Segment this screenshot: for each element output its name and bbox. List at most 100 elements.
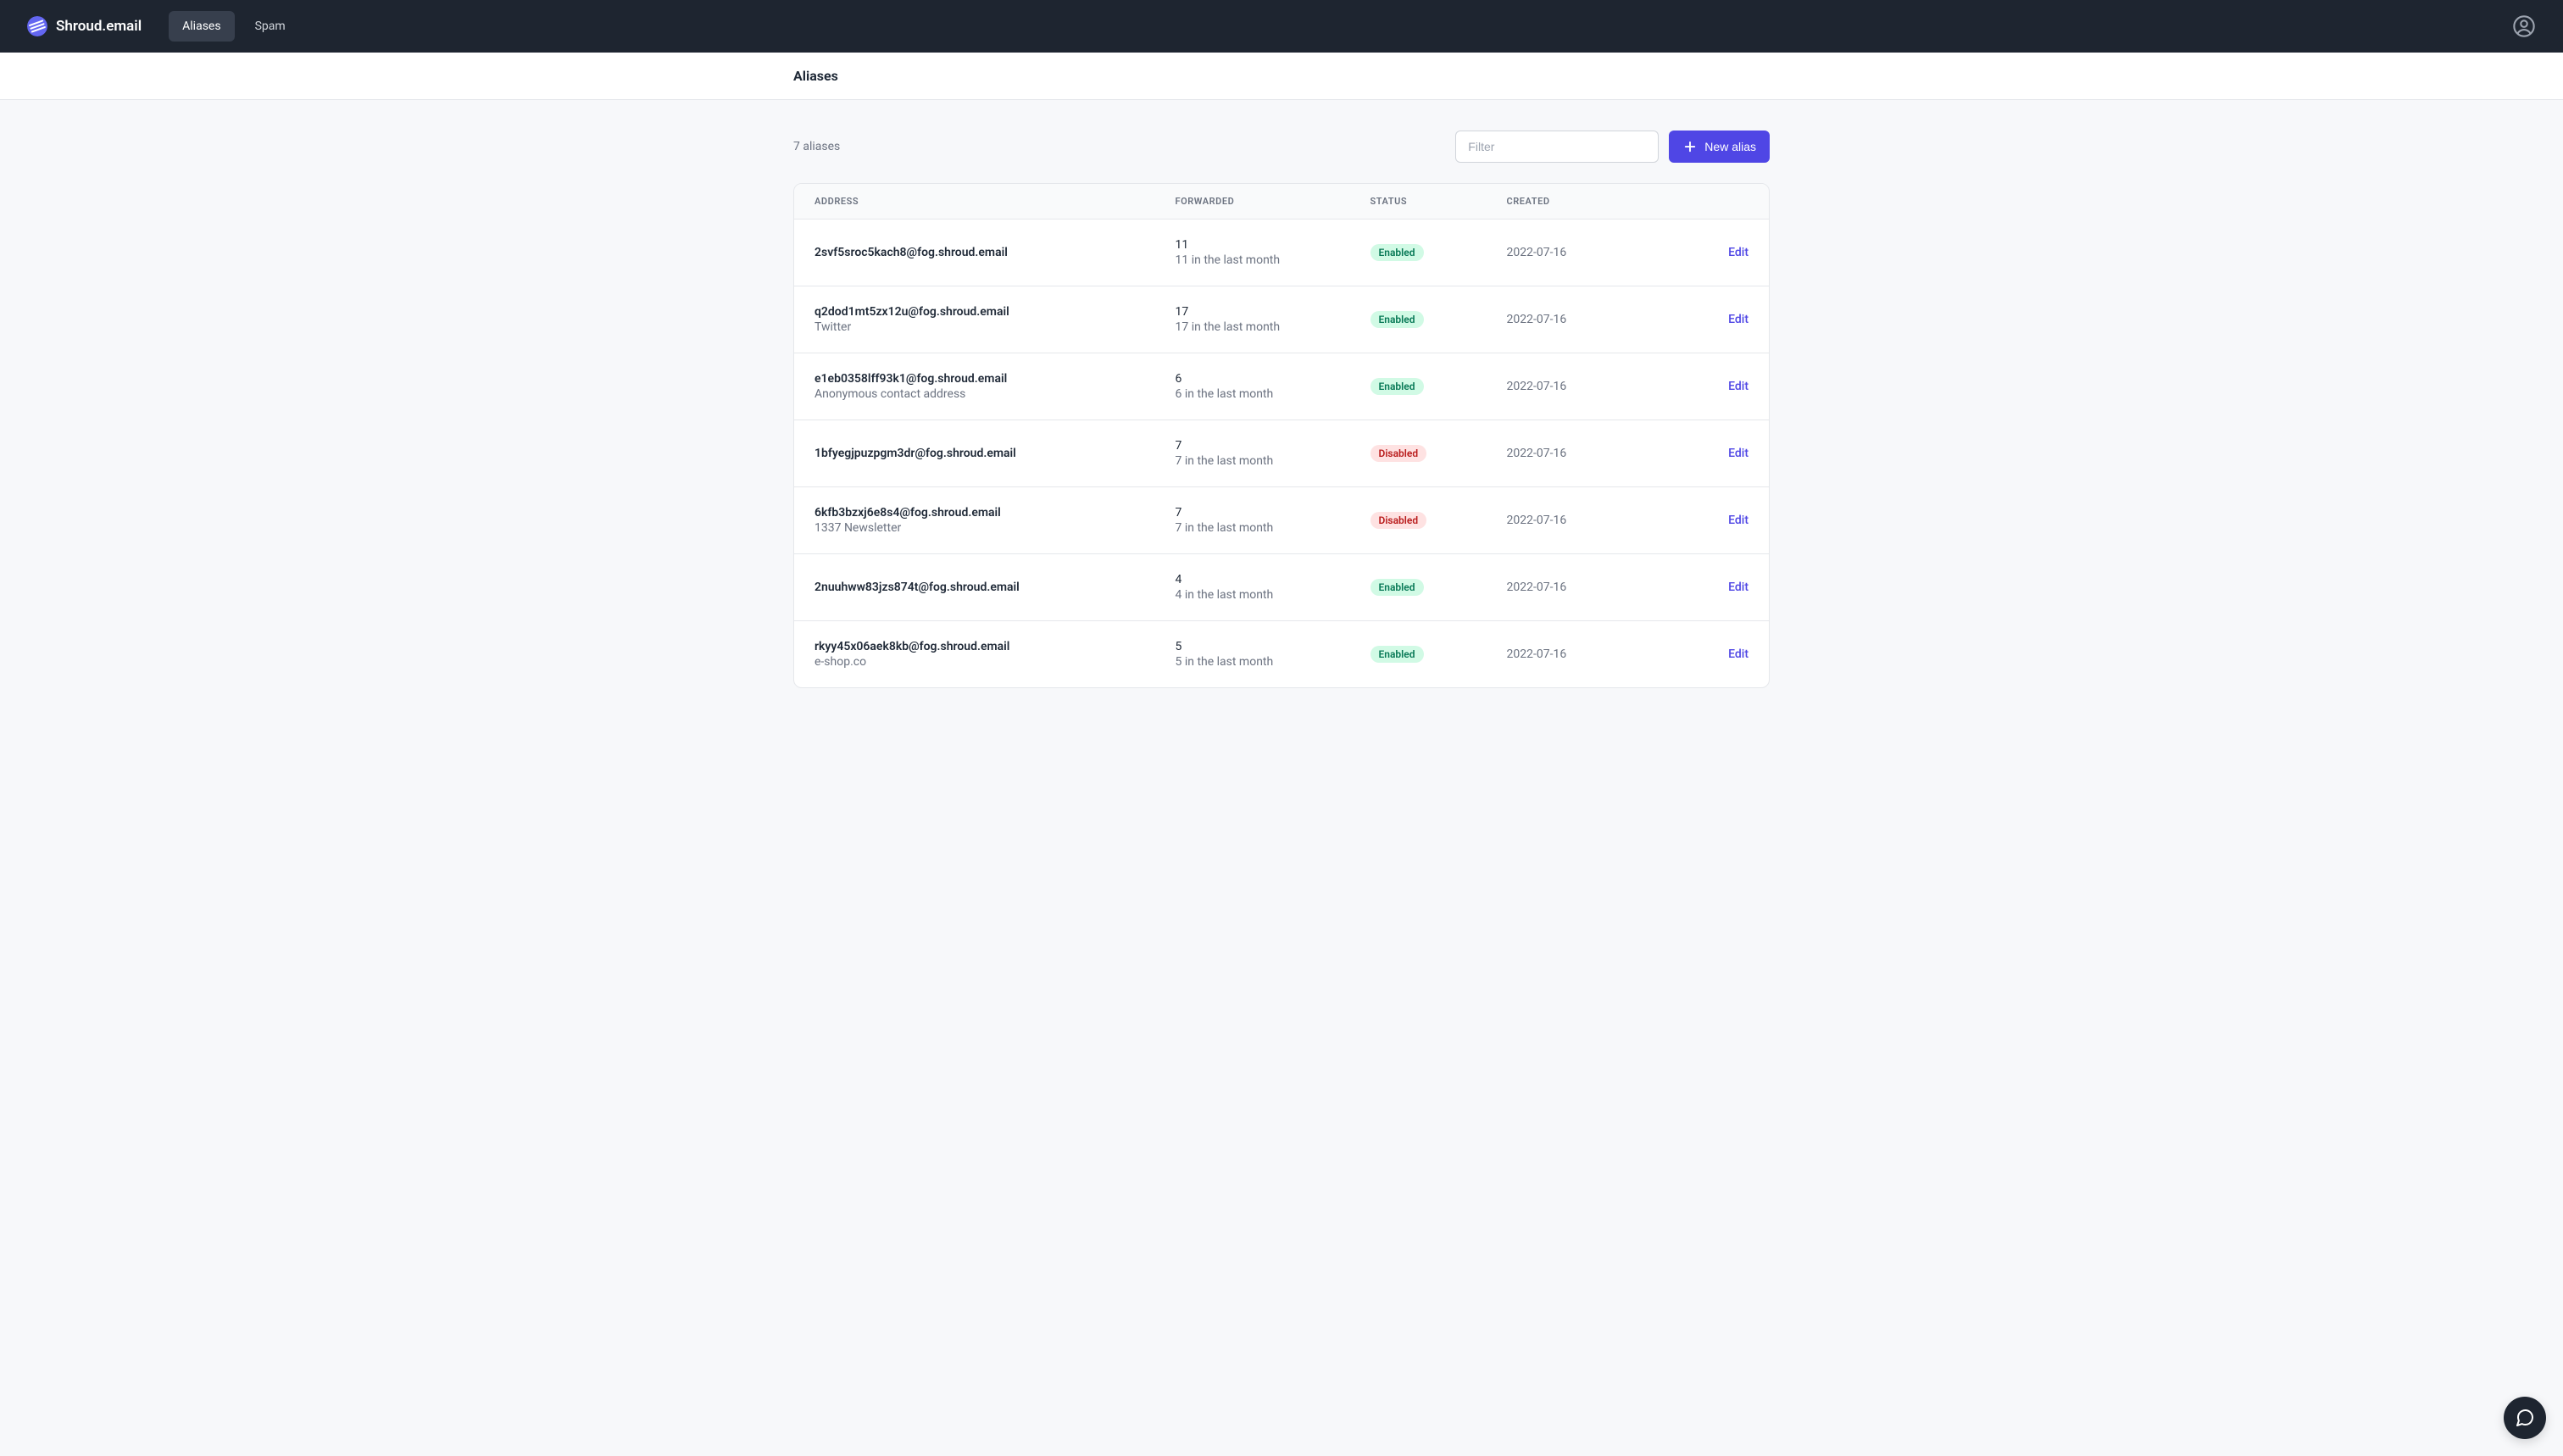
created-date: 2022-07-16 [1507,447,1567,460]
cell-status: Enabled [1350,353,1487,420]
alias-label: e-shop.co [814,655,1135,669]
cell-address: q2dod1mt5zx12u@fog.shroud.emailTwitter [794,286,1155,353]
new-alias-label: New alias [1704,140,1756,153]
forwarded-subtext: 17 in the last month [1176,320,1330,334]
status-badge: Enabled [1370,646,1424,663]
forwarded-subtext: 5 in the last month [1176,655,1330,669]
cell-forwarded: 77 in the last month [1155,487,1350,554]
created-date: 2022-07-16 [1507,313,1567,326]
edit-link[interactable]: Edit [1728,514,1749,527]
alias-address: 1bfyegjpuzpgm3dr@fog.shroud.email [814,447,1135,460]
navbar: Shroud.email Aliases Spam [0,0,2563,53]
forwarded-count: 7 [1176,506,1330,520]
cell-created: 2022-07-16 [1487,353,1662,420]
cell-action: Edit [1662,554,1770,621]
created-date: 2022-07-16 [1507,647,1567,661]
nav-aliases[interactable]: Aliases [169,11,234,42]
user-menu-icon[interactable] [2512,14,2536,38]
alias-address: 2svf5sroc5kach8@fog.shroud.email [814,246,1135,259]
created-date: 2022-07-16 [1507,514,1567,527]
navbar-right [2512,14,2536,38]
cell-status: Disabled [1350,420,1487,487]
status-badge: Enabled [1370,311,1424,328]
chat-widget-button[interactable] [2504,1397,2546,1439]
cell-address: rkyy45x06aek8kb@fog.shroud.email e-shop.c… [794,621,1155,688]
cell-address: 6kfb3bzxj6e8s4@fog.shroud.email1337 News… [794,487,1155,554]
edit-link[interactable]: Edit [1728,380,1749,393]
col-header-forwarded: Forwarded [1155,184,1350,220]
cell-action: Edit [1662,220,1770,286]
created-date: 2022-07-16 [1507,380,1567,393]
forwarded-subtext: 11 in the last month [1176,253,1330,267]
aliases-table-card: Address Forwarded Status Created 2svf5sr… [793,183,1770,688]
created-date: 2022-07-16 [1507,246,1567,259]
cell-status: Enabled [1350,286,1487,353]
forwarded-subtext: 7 in the last month [1176,521,1330,535]
forwarded-count: 11 [1176,238,1330,252]
aliases-table: Address Forwarded Status Created 2svf5sr… [794,184,1769,687]
edit-link[interactable]: Edit [1728,246,1749,259]
alias-address: q2dod1mt5zx12u@fog.shroud.email [814,305,1135,319]
nav-spam[interactable]: Spam [242,11,299,42]
cell-action: Edit [1662,353,1770,420]
cell-created: 2022-07-16 [1487,554,1662,621]
forwarded-count: 6 [1176,372,1330,386]
table-row: 2svf5sroc5kach8@fog.shroud.email 1111 in … [794,220,1769,286]
edit-link[interactable]: Edit [1728,313,1749,326]
cell-address: 2svf5sroc5kach8@fog.shroud.email [794,220,1155,286]
table-row: 1bfyegjpuzpgm3dr@fog.shroud.email 77 in t… [794,420,1769,487]
cell-forwarded: 4 4 in the last month [1155,554,1350,621]
forwarded-count: 4 [1176,573,1330,586]
brand[interactable]: Shroud.email [27,16,142,36]
status-badge: Disabled [1370,512,1427,529]
cell-created: 2022-07-16 [1487,621,1662,688]
cell-action: Edit [1662,420,1770,487]
page-header: Aliases [0,53,2563,100]
new-alias-button[interactable]: New alias [1669,131,1770,163]
cell-created: 2022-07-16 [1487,420,1662,487]
edit-link[interactable]: Edit [1728,647,1749,661]
cell-action: Edit [1662,487,1770,554]
nav-links: Aliases Spam [169,11,299,42]
cell-forwarded: 1111 in the last month [1155,220,1350,286]
chat-icon [2515,1408,2535,1428]
table-row: 6kfb3bzxj6e8s4@fog.shroud.email1337 News… [794,487,1769,554]
brand-name: Shroud.email [56,18,142,35]
alias-label: Twitter [814,320,1135,334]
table-row: 2nuuhww83jzs874t@fog.shroud.email 4 4 in t… [794,554,1769,621]
filter-input[interactable] [1455,131,1659,163]
page-title: Aliases [793,68,1770,84]
forwarded-subtext: 7 in the last month [1176,454,1330,468]
alias-label: Anonymous contact address [814,387,1135,401]
cell-status: Enabled [1350,621,1487,688]
toolbar: 7 aliases New alias [793,131,1770,163]
alias-address: rkyy45x06aek8kb@fog.shroud.email [814,640,1135,653]
edit-link[interactable]: Edit [1728,581,1749,594]
edit-link[interactable]: Edit [1728,447,1749,460]
brand-logo-icon [27,16,47,36]
alias-count: 7 aliases [793,140,840,153]
status-badge: Disabled [1370,445,1427,462]
forwarded-count: 5 [1176,640,1330,653]
cell-address: 1bfyegjpuzpgm3dr@fog.shroud.email [794,420,1155,487]
cell-address: e1eb0358lff93k1@fog.shroud.emailAnonymou… [794,353,1155,420]
cell-status: Enabled [1350,220,1487,286]
forwarded-subtext: 4 in the last month [1176,588,1330,602]
alias-address: e1eb0358lff93k1@fog.shroud.email [814,372,1135,386]
cell-status: Disabled [1350,487,1487,554]
cell-forwarded: 1717 in the last month [1155,286,1350,353]
alias-address: 6kfb3bzxj6e8s4@fog.shroud.email [814,506,1135,520]
cell-created: 2022-07-16 [1487,286,1662,353]
forwarded-count: 7 [1176,439,1330,453]
cell-created: 2022-07-16 [1487,487,1662,554]
alias-label: 1337 Newsletter [814,521,1135,535]
cell-action: Edit [1662,621,1770,688]
navbar-left: Shroud.email Aliases Spam [27,11,299,42]
cell-created: 2022-07-16 [1487,220,1662,286]
col-header-action [1662,184,1770,220]
col-header-created: Created [1487,184,1662,220]
table-row: e1eb0358lff93k1@fog.shroud.emailAnonymou… [794,353,1769,420]
status-badge: Enabled [1370,244,1424,261]
alias-address: 2nuuhww83jzs874t@fog.shroud.email [814,581,1135,594]
table-header-row: Address Forwarded Status Created [794,184,1769,220]
